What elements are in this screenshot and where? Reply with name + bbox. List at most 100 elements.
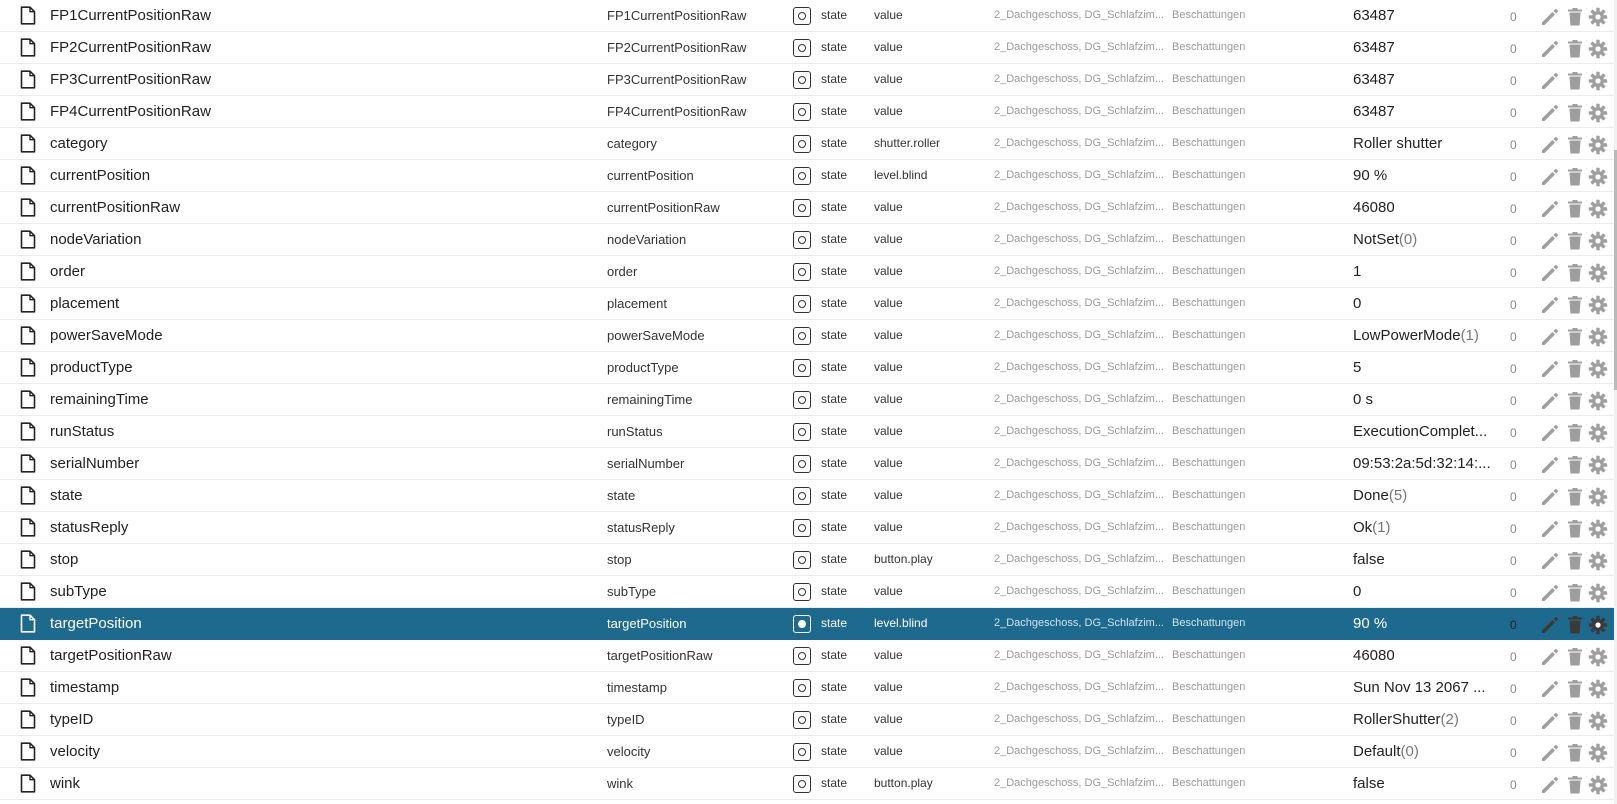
table-row[interactable]: FP3CurrentPositionRaw FP3CurrentPosition… [0, 64, 1617, 96]
gear-icon[interactable] [1588, 736, 1614, 767]
object-value[interactable]: Default(0) [1353, 736, 1493, 767]
gear-icon[interactable] [1588, 160, 1614, 191]
table-row[interactable]: placement placement state value 2_Dachge… [0, 288, 1617, 320]
object-value[interactable]: 63487 [1353, 96, 1493, 127]
pencil-icon[interactable] [1540, 288, 1564, 319]
object-value[interactable]: 46080 [1353, 192, 1493, 223]
trash-icon[interactable] [1567, 704, 1587, 735]
table-row[interactable]: nodeVariation nodeVariation state value … [0, 224, 1617, 256]
table-row[interactable]: currentPositionRaw currentPositionRaw st… [0, 192, 1617, 224]
gear-icon[interactable] [1588, 320, 1614, 351]
gear-icon[interactable] [1588, 640, 1614, 671]
pencil-icon[interactable] [1540, 736, 1564, 767]
gear-icon[interactable] [1588, 704, 1614, 735]
pencil-icon[interactable] [1540, 352, 1564, 383]
pencil-icon[interactable] [1540, 672, 1564, 703]
gear-icon[interactable] [1588, 416, 1614, 447]
object-value[interactable]: Ok(1) [1353, 512, 1493, 543]
trash-icon[interactable] [1567, 160, 1587, 191]
table-row[interactable]: runStatus runStatus state value 2_Dachge… [0, 416, 1617, 448]
trash-icon[interactable] [1567, 224, 1587, 255]
gear-icon[interactable] [1588, 576, 1614, 607]
object-value[interactable]: 0 [1353, 576, 1493, 607]
trash-icon[interactable] [1567, 0, 1587, 31]
pencil-icon[interactable] [1540, 608, 1564, 639]
object-value[interactable]: 90 % [1353, 160, 1493, 191]
table-row[interactable]: statusReply statusReply state value 2_Da… [0, 512, 1617, 544]
object-value[interactable]: false [1353, 544, 1493, 575]
pencil-icon[interactable] [1540, 704, 1564, 735]
pencil-icon[interactable] [1540, 0, 1564, 31]
object-value[interactable]: 09:53:2a:5d:32:14:... [1353, 448, 1493, 479]
table-row[interactable]: subType subType state value 2_Dachgescho… [0, 576, 1617, 608]
gear-icon[interactable] [1588, 352, 1614, 383]
pencil-icon[interactable] [1540, 384, 1564, 415]
trash-icon[interactable] [1567, 320, 1587, 351]
pencil-icon[interactable] [1540, 32, 1564, 63]
pencil-icon[interactable] [1540, 480, 1564, 511]
gear-icon[interactable] [1588, 64, 1614, 95]
trash-icon[interactable] [1567, 96, 1587, 127]
pencil-icon[interactable] [1540, 256, 1564, 287]
pencil-icon[interactable] [1540, 64, 1564, 95]
gear-icon[interactable] [1588, 384, 1614, 415]
object-value[interactable]: 63487 [1353, 0, 1493, 31]
trash-icon[interactable] [1567, 256, 1587, 287]
gear-icon[interactable] [1588, 128, 1614, 159]
trash-icon[interactable] [1567, 128, 1587, 159]
table-row[interactable]: targetPosition targetPosition state leve… [0, 608, 1617, 640]
trash-icon[interactable] [1567, 544, 1587, 575]
trash-icon[interactable] [1567, 288, 1587, 319]
trash-icon[interactable] [1567, 192, 1587, 223]
gear-icon[interactable] [1588, 256, 1614, 287]
pencil-icon[interactable] [1540, 192, 1564, 223]
table-row[interactable]: typeID typeID state value 2_Dachgeschoss… [0, 704, 1617, 736]
trash-icon[interactable] [1567, 640, 1587, 671]
object-value[interactable]: ExecutionComplet... [1353, 416, 1493, 447]
trash-icon[interactable] [1567, 736, 1587, 767]
trash-icon[interactable] [1567, 64, 1587, 95]
table-row[interactable]: FP4CurrentPositionRaw FP4CurrentPosition… [0, 96, 1617, 128]
pencil-icon[interactable] [1540, 160, 1564, 191]
pencil-icon[interactable] [1540, 576, 1564, 607]
gear-icon[interactable] [1588, 96, 1614, 127]
trash-icon[interactable] [1567, 384, 1587, 415]
object-value[interactable]: 0 [1353, 288, 1493, 319]
gear-icon[interactable] [1588, 448, 1614, 479]
table-row[interactable]: wink wink state button.play 2_Dachgescho… [0, 768, 1617, 800]
gear-icon[interactable] [1588, 192, 1614, 223]
table-row[interactable]: FP2CurrentPositionRaw FP2CurrentPosition… [0, 32, 1617, 64]
object-value[interactable]: false [1353, 768, 1493, 799]
trash-icon[interactable] [1567, 576, 1587, 607]
gear-icon[interactable] [1588, 544, 1614, 575]
table-row[interactable]: FP1CurrentPositionRaw FP1CurrentPosition… [0, 0, 1617, 32]
table-row[interactable]: velocity velocity state value 2_Dachgesc… [0, 736, 1617, 768]
table-row[interactable]: remainingTime remainingTime state value … [0, 384, 1617, 416]
object-value[interactable]: 5 [1353, 352, 1493, 383]
object-value[interactable]: 46080 [1353, 640, 1493, 671]
gear-icon[interactable] [1588, 224, 1614, 255]
trash-icon[interactable] [1567, 768, 1587, 799]
gear-icon[interactable] [1588, 608, 1614, 639]
trash-icon[interactable] [1567, 608, 1587, 639]
table-row[interactable]: category category state shutter.roller 2… [0, 128, 1617, 160]
trash-icon[interactable] [1567, 32, 1587, 63]
trash-icon[interactable] [1567, 480, 1587, 511]
table-row[interactable]: productType productType state value 2_Da… [0, 352, 1617, 384]
table-row[interactable]: serialNumber serialNumber state value 2_… [0, 448, 1617, 480]
pencil-icon[interactable] [1540, 320, 1564, 351]
gear-icon[interactable] [1588, 480, 1614, 511]
trash-icon[interactable] [1567, 672, 1587, 703]
object-value[interactable]: RollerShutter(2) [1353, 704, 1493, 735]
pencil-icon[interactable] [1540, 224, 1564, 255]
trash-icon[interactable] [1567, 512, 1587, 543]
table-row[interactable]: targetPositionRaw targetPositionRaw stat… [0, 640, 1617, 672]
table-row[interactable]: state state state value 2_Dachgeschoss, … [0, 480, 1617, 512]
table-row[interactable]: powerSaveMode powerSaveMode state value … [0, 320, 1617, 352]
pencil-icon[interactable] [1540, 416, 1564, 447]
gear-icon[interactable] [1588, 672, 1614, 703]
gear-icon[interactable] [1588, 32, 1614, 63]
object-value[interactable]: 63487 [1353, 64, 1493, 95]
gear-icon[interactable] [1588, 512, 1614, 543]
trash-icon[interactable] [1567, 416, 1587, 447]
